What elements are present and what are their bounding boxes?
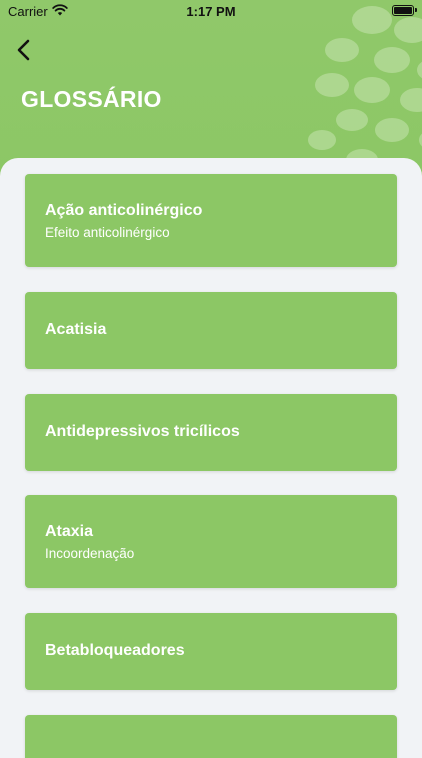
pills-background-image xyxy=(308,6,422,171)
glossary-list: Ação anticolinérgico Efeito anticolinérg… xyxy=(0,158,422,758)
page-title: GLOSSÁRIO xyxy=(21,86,162,112)
glossary-item[interactable]: Acatisia xyxy=(25,292,397,369)
glossary-item[interactable]: Betabloqueadores xyxy=(25,613,397,690)
glossary-item[interactable]: Antidepressivos tricílicos xyxy=(25,394,397,471)
glossary-term: Ataxia xyxy=(45,523,94,540)
battery-icon xyxy=(392,5,417,16)
back-button[interactable] xyxy=(12,36,36,64)
glossary-term: Ação anticolinérgico xyxy=(45,202,203,219)
glossary-item[interactable]: Ataxia Incoordenação xyxy=(25,495,397,588)
glossary-term: Acatisia xyxy=(45,321,107,338)
glossary-item[interactable] xyxy=(25,715,397,758)
chevron-left-icon xyxy=(17,39,30,61)
glossary-definition: Efeito anticolinérgico xyxy=(45,225,170,240)
status-bar: Carrier 1:17 PM xyxy=(0,0,422,24)
glossary-term: Antidepressivos tricílicos xyxy=(45,423,240,440)
glossary-definition: Incoordenação xyxy=(45,546,135,561)
glossary-term: Betabloqueadores xyxy=(45,642,185,659)
status-time: 1:17 PM xyxy=(186,4,236,19)
glossary-item[interactable]: Ação anticolinérgico Efeito anticolinérg… xyxy=(25,174,397,267)
